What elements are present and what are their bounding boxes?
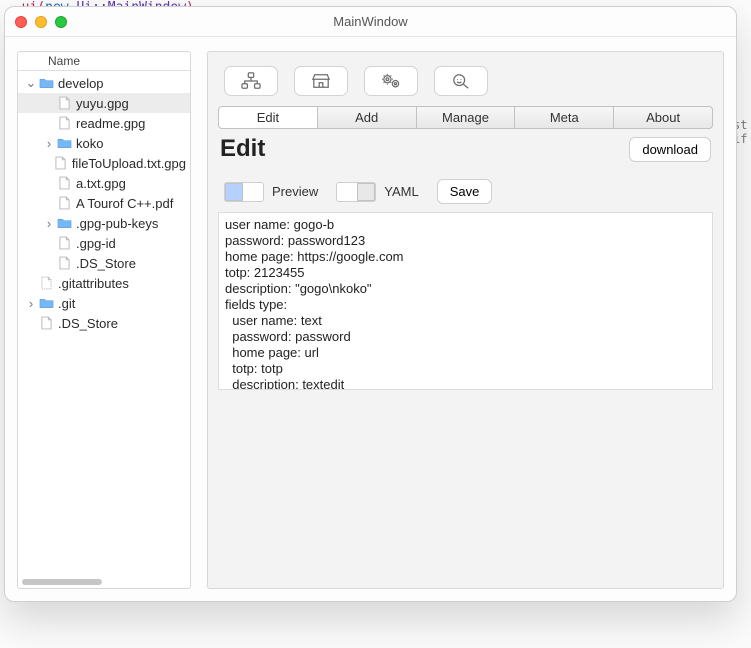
file-icon [56,196,72,210]
download-button[interactable]: download [629,137,711,162]
editor-textarea[interactable]: user name: gogo-b password: password123 … [218,212,713,390]
tree-header[interactable]: Name [18,52,190,71]
yaml-toggle[interactable] [336,182,376,202]
store-icon [310,72,332,90]
tree-row[interactable]: › koko [18,133,190,153]
folder-icon [38,77,54,89]
tree-row[interactable]: ⌄ develop [18,73,190,93]
toolbar-search-button[interactable] [434,66,488,96]
folder-icon [56,217,72,229]
tree-item-label: develop [58,76,104,91]
file-icon [56,116,72,130]
toolbar-settings-button[interactable] [364,66,418,96]
tree-row[interactable]: .gitattributes [18,273,190,293]
chevron-right-icon[interactable]: › [42,136,56,151]
main-window: MainWindow Name ⌄ develop yuyu.gpg readme.g… [4,6,737,602]
tree-row[interactable]: A Tourof C++.pdf [18,193,190,213]
file-tree-panel: Name ⌄ develop yuyu.gpg readme.gpg › koko file… [17,51,191,589]
tree-row[interactable]: .DS_Store [18,313,190,333]
tree-item-label: yuyu.gpg [76,96,129,111]
tree-row[interactable]: a.txt.gpg [18,173,190,193]
tree-item-label: .DS_Store [76,256,136,271]
chevron-right-icon[interactable]: › [24,296,38,311]
folder-icon [56,137,72,149]
file-icon [38,276,54,290]
file-icon [38,316,54,330]
tree-hscrollbar[interactable] [22,579,102,585]
tree-item-label: .git [58,296,75,311]
tree-item-label: koko [76,136,103,151]
titlebar[interactable]: MainWindow [5,7,736,37]
main-panel: EditAddManageMetaAbout Edit download Pre… [207,51,724,589]
toolbar-store-button[interactable] [294,66,348,96]
chevron-right-icon[interactable]: › [42,216,56,231]
search-icon [450,72,472,90]
tab-meta[interactable]: Meta [515,106,614,129]
page-title: Edit [220,135,265,163]
gears-icon [380,72,402,90]
tree-item-label: fileToUpload.txt.gpg [72,156,186,171]
file-icon [54,156,68,170]
tree-row[interactable]: yuyu.gpg [18,93,190,113]
yaml-label: YAML [384,184,418,199]
window-title: MainWindow [5,14,736,29]
chevron-down-icon[interactable]: ⌄ [24,75,38,91]
tree-row[interactable]: › .gpg-pub-keys [18,213,190,233]
tab-add[interactable]: Add [318,106,417,129]
tab-bar: EditAddManageMetaAbout [218,106,713,129]
tree-row[interactable]: fileToUpload.txt.gpg [18,153,190,173]
tree-item-label: A Tourof C++.pdf [76,196,173,211]
save-button[interactable]: Save [437,179,493,204]
tree-row[interactable]: .gpg-id [18,233,190,253]
tree-item-label: .gpg-pub-keys [76,216,158,231]
preview-toggle[interactable] [224,182,264,202]
tab-manage[interactable]: Manage [417,106,516,129]
tree-row[interactable]: .DS_Store [18,253,190,273]
toolbar-tree-button[interactable] [224,66,278,96]
preview-label: Preview [272,184,318,199]
tree-icon [240,72,262,90]
file-icon [56,256,72,270]
tree-item-label: a.txt.gpg [76,176,126,191]
tab-about[interactable]: About [614,106,713,129]
file-icon [56,96,72,110]
tree-item-label: .gpg-id [76,236,116,251]
file-icon [56,236,72,250]
tree-row[interactable]: readme.gpg [18,113,190,133]
toolbar [218,60,713,106]
tree-item-label: .gitattributes [58,276,129,291]
tab-edit[interactable]: Edit [218,106,318,129]
tree-row[interactable]: › .git [18,293,190,313]
tree-item-label: readme.gpg [76,116,145,131]
file-tree[interactable]: ⌄ develop yuyu.gpg readme.gpg › koko fileToUpl… [18,71,190,588]
tree-item-label: .DS_Store [58,316,118,331]
folder-icon [38,297,54,309]
file-icon [56,176,72,190]
